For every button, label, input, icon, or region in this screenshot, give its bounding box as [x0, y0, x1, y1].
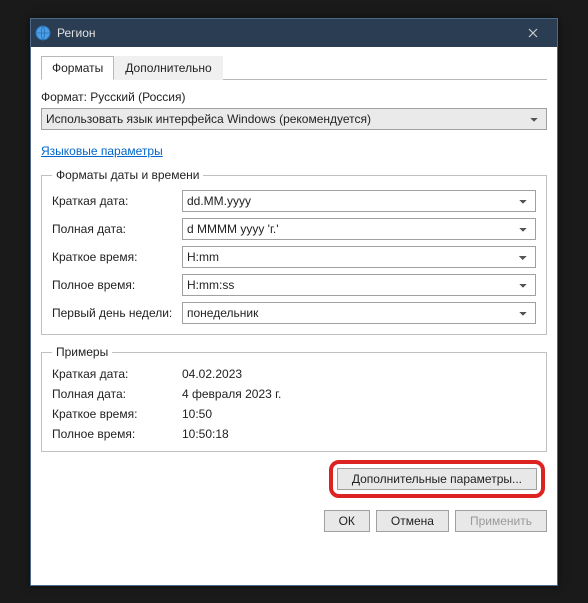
short-date-select[interactable]: dd.MM.yyyy	[182, 190, 536, 212]
short-date-label: Краткая дата:	[52, 194, 182, 208]
examples-legend: Примеры	[52, 345, 112, 359]
ex-short-time-value: 10:50	[182, 407, 536, 421]
globe-icon	[35, 25, 51, 41]
tab-formats[interactable]: Форматы	[41, 56, 114, 80]
first-day-select[interactable]: понедельник	[182, 302, 536, 324]
tab-bar: Форматы Дополнительно	[41, 55, 547, 80]
ex-short-date-value: 04.02.2023	[182, 367, 536, 381]
dialog-content: Форматы Дополнительно Формат: Русский (Р…	[31, 47, 557, 542]
dialog-buttons: ОК Отмена Применить	[41, 510, 547, 532]
region-dialog: Регион Форматы Дополнительно Формат: Рус…	[30, 18, 558, 586]
datetime-formats-legend: Форматы даты и времени	[52, 168, 203, 182]
long-date-select[interactable]: d MMMM yyyy 'г.'	[182, 218, 536, 240]
format-label: Формат: Русский (Россия)	[41, 90, 547, 104]
short-time-label: Краткое время:	[52, 250, 182, 264]
ex-long-time-value: 10:50:18	[182, 427, 536, 441]
tab-additional[interactable]: Дополнительно	[114, 56, 222, 80]
highlight-annotation: Дополнительные параметры...	[329, 460, 545, 498]
format-select[interactable]: Использовать язык интерфейса Windows (ре…	[41, 108, 547, 130]
close-button[interactable]	[513, 19, 553, 47]
ex-long-date-label: Полная дата:	[52, 387, 182, 401]
datetime-formats-group: Форматы даты и времени Краткая дата: dd.…	[41, 168, 547, 335]
cancel-button[interactable]: Отмена	[376, 510, 449, 532]
additional-params-button[interactable]: Дополнительные параметры...	[337, 468, 537, 490]
first-day-label: Первый день недели:	[52, 306, 182, 320]
ex-long-date-value: 4 февраля 2023 г.	[182, 387, 536, 401]
language-params-link[interactable]: Языковые параметры	[41, 144, 163, 158]
ok-button[interactable]: ОК	[324, 510, 370, 532]
examples-group: Примеры Краткая дата: 04.02.2023 Полная …	[41, 345, 547, 452]
long-time-label: Полное время:	[52, 278, 182, 292]
short-time-select[interactable]: H:mm	[182, 246, 536, 268]
ex-short-time-label: Краткое время:	[52, 407, 182, 421]
apply-button[interactable]: Применить	[455, 510, 547, 532]
long-time-select[interactable]: H:mm:ss	[182, 274, 536, 296]
ex-short-date-label: Краткая дата:	[52, 367, 182, 381]
titlebar[interactable]: Регион	[31, 19, 557, 47]
ex-long-time-label: Полное время:	[52, 427, 182, 441]
window-title: Регион	[57, 26, 513, 40]
long-date-label: Полная дата:	[52, 222, 182, 236]
